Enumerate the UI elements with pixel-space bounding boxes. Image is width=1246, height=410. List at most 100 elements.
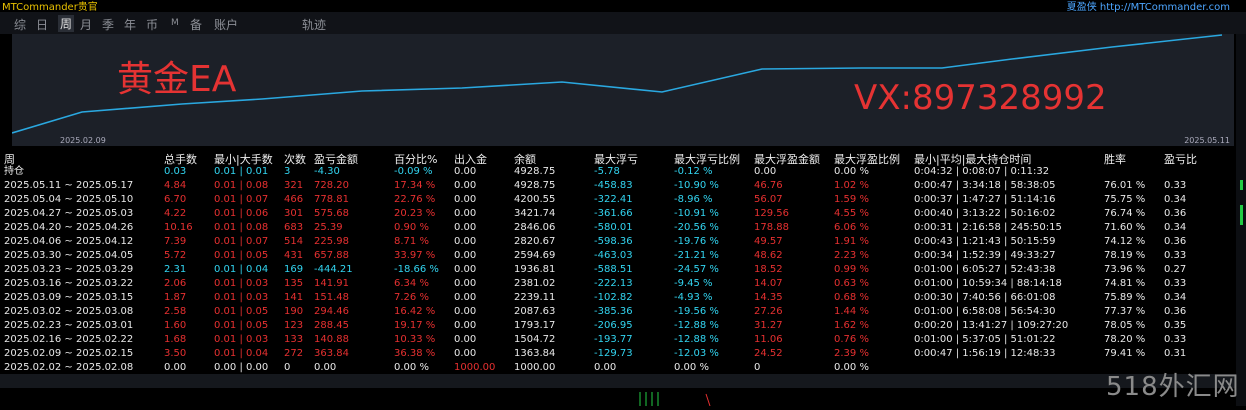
chart-date-end: 2025.05.11 [1184, 136, 1230, 145]
table-cell: 1.44 % [834, 306, 869, 317]
table-cell: 5.72 [164, 250, 187, 261]
table-cell: 0.01 | 0.05 [214, 250, 269, 261]
row-label: 2025.02.23 ~ 2025.03.01 [4, 320, 134, 331]
table-cell: 657.88 [314, 250, 349, 261]
table-cell: 0.00 [754, 166, 777, 177]
table-cell: 0.00 [454, 250, 477, 261]
table-cell: 321 [284, 180, 304, 191]
table-cell: -12.88 % [674, 334, 719, 345]
table-cell: 7.39 [164, 236, 187, 247]
table-cell: 2087.63 [514, 306, 556, 317]
table-cell: -12.88 % [674, 320, 719, 331]
table-cell: 0:00:34 | 1:52:39 | 49:33:27 [914, 250, 1056, 261]
table-cell: 0:01:00 | 5:37:05 | 51:01:22 [914, 334, 1056, 345]
table-cell: 575.68 [314, 208, 349, 219]
table-cell: 0.01 | 0.03 [214, 292, 269, 303]
tab-2[interactable]: 周 [58, 15, 75, 32]
table-cell: 0.34 [1164, 222, 1187, 233]
table-cell: 0:01:00 | 6:05:27 | 52:43:38 [914, 264, 1056, 275]
table-cell: 431 [284, 250, 304, 261]
table-cell: 4200.55 [514, 194, 556, 205]
table-cell: 0.03 [164, 166, 187, 177]
table-cell: 0.01 | 0.01 [214, 166, 269, 177]
table-cell: 6.34 % [394, 278, 429, 289]
table-cell: 141.91 [314, 278, 349, 289]
table-cell: 6.06 % [834, 222, 869, 233]
table-cell: 151.48 [314, 292, 349, 303]
table-cell: -193.77 [594, 334, 633, 345]
table-cell: 75.75 % [1104, 194, 1146, 205]
table-cell: 0.00 % [834, 362, 869, 373]
row-label: 2025.03.30 ~ 2025.04.05 [4, 250, 134, 261]
table-cell: 0:00:47 | 1:56:19 | 12:48:33 [914, 348, 1056, 359]
row-label: 2025.03.23 ~ 2025.03.29 [4, 264, 134, 275]
tab-6[interactable]: 币 [146, 16, 158, 33]
tab-0[interactable]: 综 [14, 16, 26, 33]
table-cell: 0.01 | 0.05 [214, 306, 269, 317]
table-cell: 301 [284, 208, 304, 219]
tab-1[interactable]: 日 [36, 16, 48, 33]
table-cell: -10.91 % [674, 208, 719, 219]
table-cell: -9.45 % [674, 278, 713, 289]
table-cell: -0.09 % [394, 166, 433, 177]
table-cell: 0:00:30 | 7:40:56 | 66:01:08 [914, 292, 1056, 303]
table-cell: 0:00:20 | 13:41:27 | 109:27:20 [914, 320, 1069, 331]
table-cell: 14.07 [754, 278, 783, 289]
table-cell: 123 [284, 320, 304, 331]
table-cell: 0.00 [454, 334, 477, 345]
table-cell: 56.07 [754, 194, 783, 205]
table-cell: 0.00 | 0.00 [214, 362, 269, 373]
tab-3[interactable]: 月 [80, 16, 92, 33]
watermark-left: 黄金EA [117, 59, 237, 100]
table-cell: 728.20 [314, 180, 349, 191]
table-cell: 4928.75 [514, 180, 556, 191]
table-cell: 140.88 [314, 334, 349, 345]
table-cell: 0.00 [454, 180, 477, 191]
table-cell: 169 [284, 264, 304, 275]
tab-8[interactable]: 备 [190, 16, 202, 33]
row-label: 2025.05.04 ~ 2025.05.10 [4, 194, 134, 205]
row-label: 2025.03.02 ~ 2025.03.08 [4, 306, 134, 317]
table-cell: 0.01 | 0.07 [214, 236, 269, 247]
table-cell: -102.82 [594, 292, 633, 303]
table-cell: 466 [284, 194, 304, 205]
table-cell: 133 [284, 334, 304, 345]
table-cell: 1.68 [164, 334, 187, 345]
tab-4[interactable]: 季 [102, 16, 114, 33]
tab-9[interactable]: 账户 [214, 16, 238, 33]
table-cell: 2239.11 [514, 292, 556, 303]
table-cell: -4.93 % [674, 292, 713, 303]
table-cell: -12.03 % [674, 348, 719, 359]
table-cell: 0.76 % [834, 334, 869, 345]
table-cell: 141 [284, 292, 304, 303]
table-cell: 129.56 [754, 208, 789, 219]
total-row-background [0, 374, 1236, 388]
table-cell: 76.74 % [1104, 208, 1146, 219]
table-cell: 0.01 | 0.03 [214, 334, 269, 345]
table-cell: 1.02 % [834, 180, 869, 191]
table-cell: 778.81 [314, 194, 349, 205]
table-cell: 0.00 [454, 306, 477, 317]
table-cell: 2594.69 [514, 250, 556, 261]
watermark-right: VX:897328992 [854, 78, 1107, 118]
tab-7[interactable]: M [171, 18, 179, 28]
table-cell: 363.84 [314, 348, 349, 359]
table-cell: 7.26 % [394, 292, 429, 303]
table-cell: -10.90 % [674, 180, 719, 191]
table-cell: 3.50 [164, 348, 187, 359]
table-cell: -24.57 % [674, 264, 719, 275]
table-cell: 77.37 % [1104, 306, 1146, 317]
scroll-marker [1240, 180, 1243, 190]
table-cell: 1000.00 [454, 362, 496, 373]
table-cell: -458.83 [594, 180, 633, 191]
tab-5[interactable]: 年 [124, 16, 136, 33]
table-cell: 2.58 [164, 306, 187, 317]
table-cell: 25.39 [314, 222, 343, 233]
table-cell: 0.01 | 0.06 [214, 208, 269, 219]
tab-10[interactable]: 轨迹 [302, 16, 326, 33]
table-cell: 11.06 [754, 334, 783, 345]
row-label: 2025.04.06 ~ 2025.04.12 [4, 236, 134, 247]
table-cell: 79.41 % [1104, 348, 1146, 359]
table-cell: -5.78 [594, 166, 620, 177]
table-cell: 14.35 [754, 292, 783, 303]
